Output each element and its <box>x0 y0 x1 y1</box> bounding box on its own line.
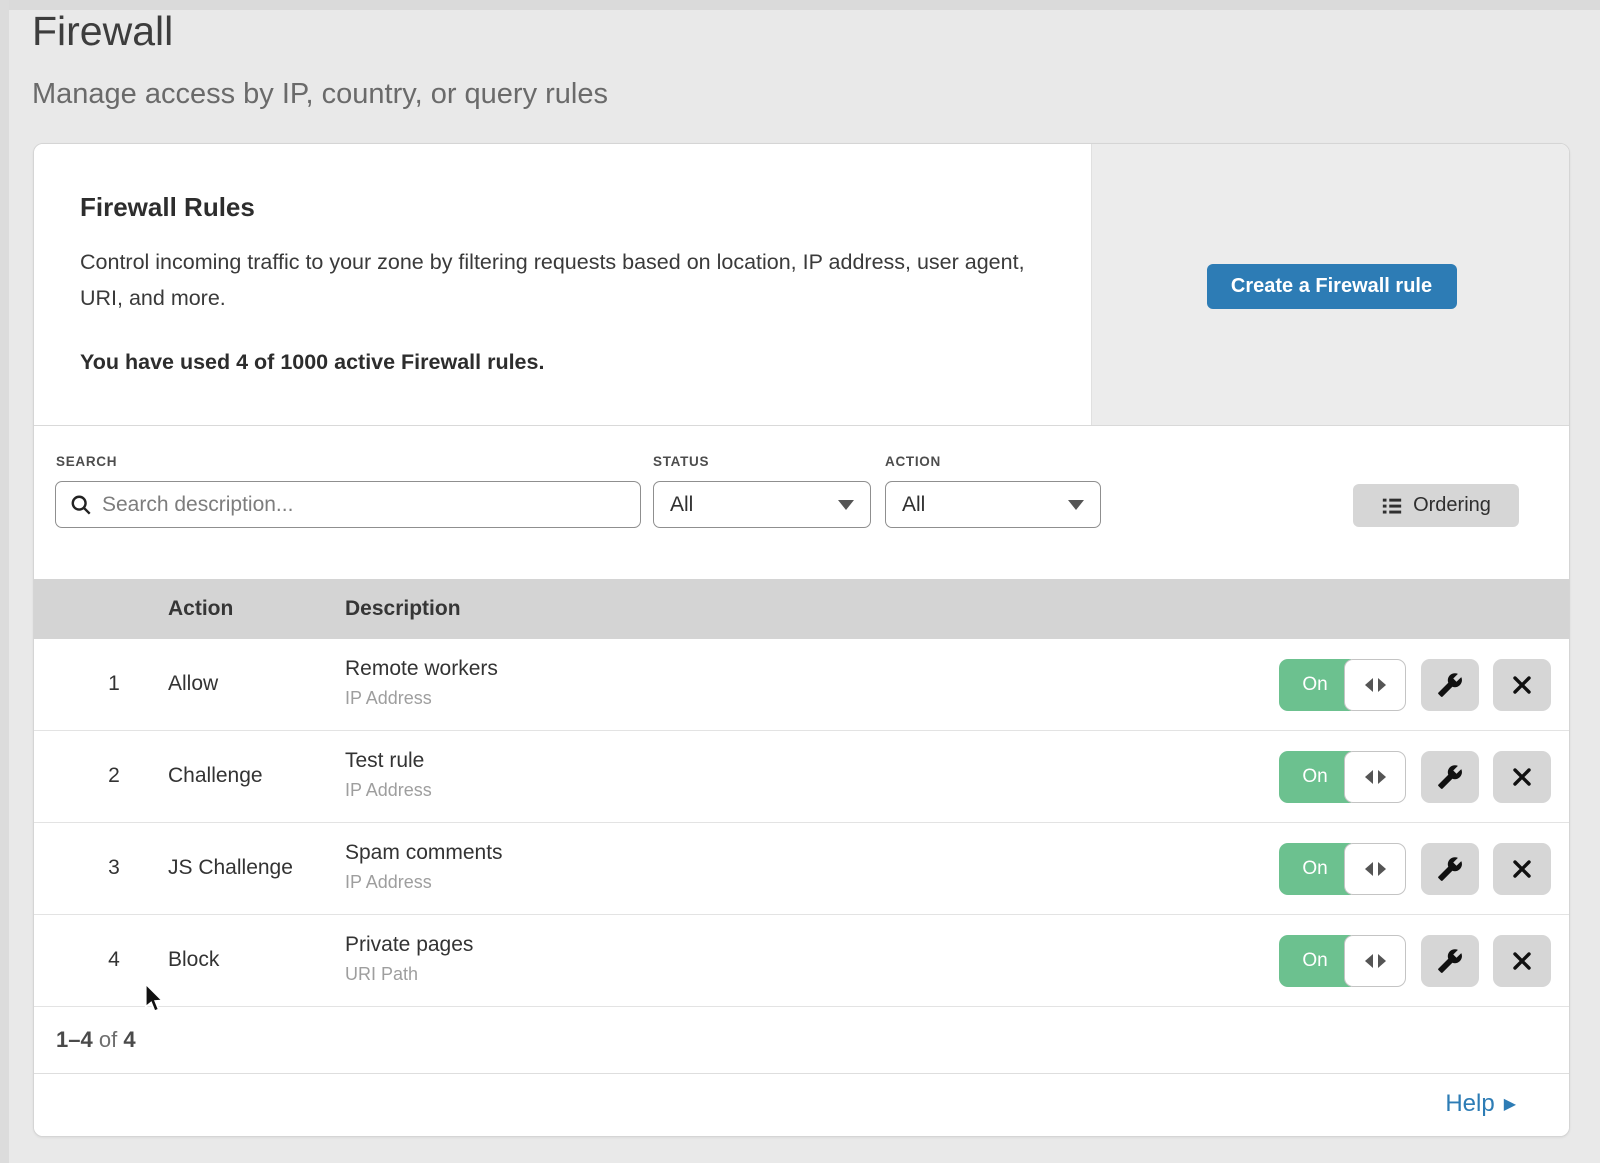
delete-rule-button[interactable] <box>1493 659 1551 711</box>
overview-description: Control incoming traffic to your zone by… <box>80 244 1040 316</box>
toggle-on-label: On <box>1279 843 1351 895</box>
rule-field: IP Address <box>345 872 503 893</box>
filters-section: SEARCH STATUS ACTION All All <box>34 426 1570 579</box>
edit-rule-button[interactable] <box>1421 751 1479 803</box>
table-row: 1 Allow Remote workers IP Address On <box>34 639 1570 731</box>
rule-enabled-toggle[interactable]: On <box>1279 935 1406 987</box>
search-label: SEARCH <box>56 454 117 469</box>
help-row: Help ▶ <box>34 1074 1570 1137</box>
status-label: STATUS <box>653 454 709 469</box>
close-icon <box>1510 857 1534 881</box>
rule-priority: 2 <box>94 764 134 788</box>
overview-heading: Firewall Rules <box>80 192 255 223</box>
arrow-left-icon <box>1365 770 1373 784</box>
rule-description: Spam comments <box>345 841 503 865</box>
wrench-icon <box>1437 948 1463 974</box>
pagination-text: 1–4 of 4 <box>56 1027 136 1053</box>
rules-usage-text: You have used 4 of 1000 active Firewall … <box>80 350 544 375</box>
pagination-row: 1–4 of 4 <box>34 1007 1570 1074</box>
edit-rule-button[interactable] <box>1421 659 1479 711</box>
rule-field: IP Address <box>345 688 498 709</box>
rule-priority: 4 <box>94 948 134 972</box>
delete-rule-button[interactable] <box>1493 751 1551 803</box>
rule-description: Test rule <box>345 749 432 773</box>
overview-section: Firewall Rules Control incoming traffic … <box>34 144 1570 426</box>
rule-priority: 3 <box>94 856 134 880</box>
page-subtitle: Manage access by IP, country, or query r… <box>32 78 608 111</box>
close-icon <box>1510 949 1534 973</box>
pagination-of: of <box>99 1027 117 1052</box>
close-icon <box>1510 765 1534 789</box>
rule-field: URI Path <box>345 964 473 985</box>
rule-action: Challenge <box>168 764 263 788</box>
arrow-left-icon <box>1365 954 1373 968</box>
action-label: ACTION <box>885 454 941 469</box>
rule-action: Block <box>168 948 219 972</box>
ordered-list-icon <box>1381 495 1403 517</box>
search-icon <box>70 494 92 516</box>
status-select[interactable]: All <box>653 481 871 528</box>
rule-enabled-toggle[interactable]: On <box>1279 843 1406 895</box>
arrow-right-icon <box>1378 678 1386 692</box>
create-rule-panel: Create a Firewall rule <box>1091 144 1570 425</box>
ordering-button[interactable]: Ordering <box>1353 484 1519 527</box>
window-edge-left <box>0 0 9 1163</box>
wrench-icon <box>1437 764 1463 790</box>
create-firewall-rule-button[interactable]: Create a Firewall rule <box>1207 264 1457 309</box>
close-icon <box>1510 673 1534 697</box>
pagination-range: 1–4 <box>56 1027 93 1052</box>
column-header-action: Action <box>168 579 233 639</box>
rule-enabled-toggle[interactable]: On <box>1279 659 1406 711</box>
window-edge-top <box>0 0 1600 10</box>
arrow-left-icon <box>1365 862 1373 876</box>
toggle-on-label: On <box>1279 659 1351 711</box>
rule-priority: 1 <box>94 672 134 696</box>
wrench-icon <box>1437 672 1463 698</box>
arrow-right-icon <box>1378 770 1386 784</box>
pagination-total: 4 <box>123 1027 135 1052</box>
delete-rule-button[interactable] <box>1493 843 1551 895</box>
chevron-down-icon <box>838 500 854 510</box>
delete-rule-button[interactable] <box>1493 935 1551 987</box>
chevron-down-icon <box>1068 500 1084 510</box>
table-row: 3 JS Challenge Spam comments IP Address … <box>34 823 1570 915</box>
arrow-right-icon: ▶ <box>1504 1094 1516 1114</box>
firewall-rules-card: Firewall Rules Control incoming traffic … <box>33 143 1570 1137</box>
rule-action: Allow <box>168 672 218 696</box>
table-row: 2 Challenge Test rule IP Address On <box>34 731 1570 823</box>
status-select-value: All <box>670 493 693 517</box>
help-link[interactable]: Help ▶ <box>1445 1090 1516 1118</box>
arrow-right-icon <box>1378 862 1386 876</box>
toggle-handle[interactable] <box>1344 935 1406 987</box>
search-input[interactable] <box>102 482 640 527</box>
rule-enabled-toggle[interactable]: On <box>1279 751 1406 803</box>
rule-description: Private pages <box>345 933 473 957</box>
toggle-handle[interactable] <box>1344 843 1406 895</box>
toggle-handle[interactable] <box>1344 751 1406 803</box>
rule-description: Remote workers <box>345 657 498 681</box>
toggle-handle[interactable] <box>1344 659 1406 711</box>
wrench-icon <box>1437 856 1463 882</box>
arrow-left-icon <box>1365 678 1373 692</box>
rule-action: JS Challenge <box>168 856 293 880</box>
page-title: Firewall <box>32 8 173 55</box>
edit-rule-button[interactable] <box>1421 935 1479 987</box>
edit-rule-button[interactable] <box>1421 843 1479 895</box>
toggle-on-label: On <box>1279 751 1351 803</box>
table-row: 4 Block Private pages URI Path On <box>34 915 1570 1007</box>
action-select-value: All <box>902 493 925 517</box>
toggle-on-label: On <box>1279 935 1351 987</box>
arrow-right-icon <box>1378 954 1386 968</box>
search-box[interactable] <box>55 481 641 528</box>
help-link-label: Help <box>1445 1090 1494 1118</box>
action-select[interactable]: All <box>885 481 1101 528</box>
table-header: Action Description <box>34 579 1570 639</box>
rule-field: IP Address <box>345 780 432 801</box>
ordering-button-label: Ordering <box>1413 494 1491 517</box>
column-header-description: Description <box>345 579 461 639</box>
